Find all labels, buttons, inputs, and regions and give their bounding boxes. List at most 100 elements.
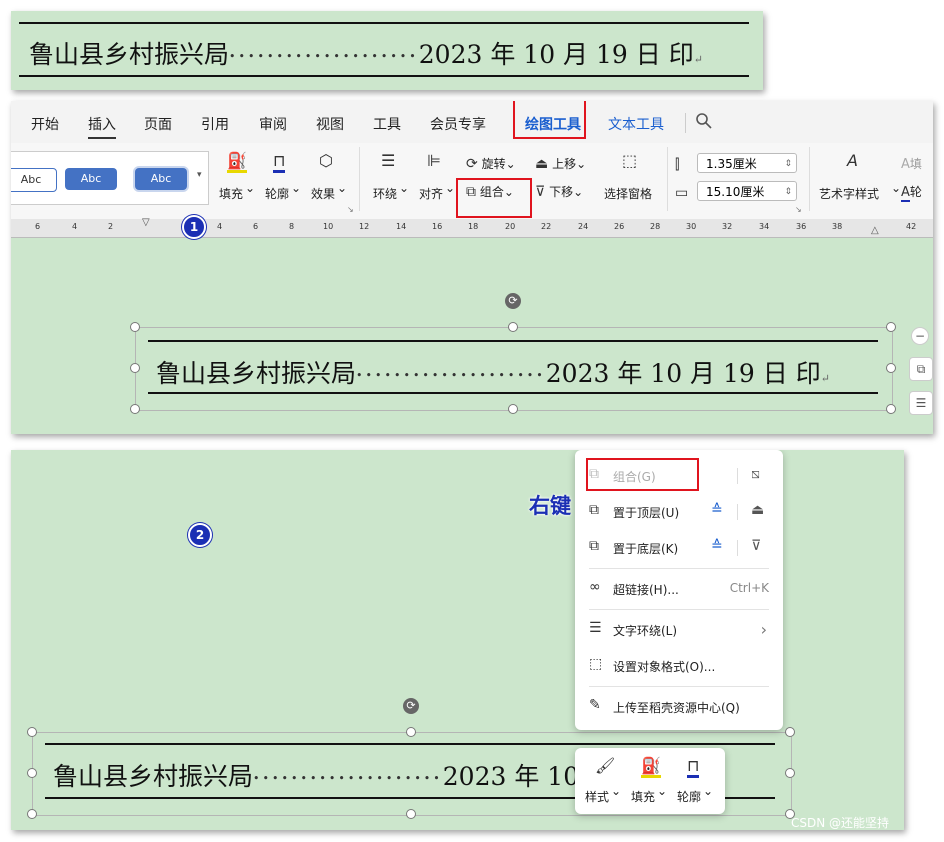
tab-view[interactable]: 视图 — [316, 114, 344, 134]
resize-handle[interactable] — [130, 322, 140, 332]
group-menu-highlight — [586, 458, 699, 491]
height-input[interactable]: 1.35厘米 ⇕ — [697, 153, 797, 173]
bring-to-front-icon: ⧉ — [589, 502, 599, 518]
rotate-handle-icon[interactable]: ⟳ — [505, 293, 521, 309]
indent-marker-icon[interactable]: △ — [871, 225, 879, 236]
tab-member[interactable]: 会员专享 — [430, 114, 486, 134]
ruler-tick: 18 — [468, 222, 479, 231]
menu-item-label: 设置对象格式(O)... — [613, 660, 716, 674]
text-outline-button[interactable]: A轮 — [901, 183, 922, 202]
resize-handle[interactable] — [27, 768, 37, 778]
height-icon: ⫿ — [675, 157, 680, 173]
ribbon-separator — [667, 147, 668, 211]
rotate-icon: ⟳ — [466, 156, 478, 172]
outline-icon: ⊓ — [273, 151, 286, 173]
resize-handle[interactable] — [785, 727, 795, 737]
resize-handle[interactable] — [785, 768, 795, 778]
bring-above-text-icon[interactable]: ≙ — [711, 502, 723, 518]
send-to-back-icon: ⧉ — [589, 538, 599, 554]
height-value: 1.35厘米 — [706, 157, 757, 171]
menu-item-send-to-back[interactable]: ⧉ 置于底层(K) ≙ ⊽ — [575, 536, 783, 560]
menu-item-format-object[interactable]: ⬚ 设置对象格式(O)... — [575, 654, 783, 678]
height-spinner-icon[interactable]: ⇕ — [784, 154, 792, 174]
send-backward-icon[interactable]: ⊽ — [751, 538, 761, 554]
menu-item-bring-to-front[interactable]: ⧉ 置于顶层(U) ≙ ⏏ — [575, 500, 783, 524]
resize-handle[interactable] — [886, 363, 896, 373]
tab-home[interactable]: 开始 — [31, 114, 59, 134]
wrap-options-icon[interactable]: ☰ — [909, 391, 933, 415]
resize-handle[interactable] — [27, 809, 37, 819]
resize-handle[interactable] — [508, 322, 518, 332]
collapse-icon[interactable]: − — [911, 327, 929, 345]
ruler-tick: 30 — [686, 222, 697, 231]
text-fill-button[interactable]: A填 — [901, 155, 922, 172]
ruler-tick: 32 — [722, 222, 733, 231]
text-outline-label: 轮 — [909, 185, 922, 199]
menu-item-hyperlink[interactable]: ∞ 超链接(H)... Ctrl+K — [575, 577, 783, 601]
resize-handle[interactable] — [508, 404, 518, 414]
format-object-icon: ⬚ — [589, 656, 603, 672]
ruler-tick: 34 — [759, 222, 770, 231]
resize-handle[interactable] — [406, 809, 416, 819]
paragraph-mark: ↵ — [820, 372, 830, 385]
style-box-shadow[interactable]: Abc — [135, 168, 187, 190]
resize-handle[interactable] — [886, 322, 896, 332]
outline-caret: ⌄ — [291, 181, 302, 195]
bring-forward-icon[interactable]: ⏏ — [751, 502, 764, 518]
bring-forward-button[interactable]: ⏏ 上移⌄ — [535, 155, 586, 172]
tab-page[interactable]: 页面 — [144, 114, 172, 134]
send-backward-label: 下移 — [549, 185, 574, 199]
menu-item-text-wrap[interactable]: ☰ 文字环绕(L) › — [575, 618, 783, 642]
leader-dots: •••••••••••••••••••• — [253, 772, 443, 785]
search-icon[interactable] — [695, 112, 713, 134]
wordart-caret: ⌄ — [891, 181, 902, 195]
tab-insert[interactable]: 插入 — [88, 114, 116, 139]
shape-layout-icon[interactable]: ⧉ — [909, 357, 933, 381]
indent-marker-icon[interactable]: ▽ — [142, 217, 150, 228]
resize-handle[interactable] — [886, 404, 896, 414]
style-box-filled[interactable]: Abc — [65, 168, 117, 190]
ruler-tick: 4 — [72, 222, 78, 231]
canvas-panel: 2 右键 鲁山县乡村振兴局••••••••••••••••••••2023 年 … — [11, 450, 904, 830]
rotate-handle-icon[interactable]: ⟳ — [403, 698, 419, 714]
ruler-tick: 2 — [108, 222, 114, 231]
rotate-button[interactable]: ⟳ 旋转⌄ — [466, 155, 516, 172]
horizontal-ruler[interactable]: 6 4 2 2 4 6 8 10 12 14 16 18 20 22 24 26… — [11, 217, 933, 238]
send-backward-button[interactable]: ⊽ 下移⌄ — [535, 183, 583, 200]
fill-bucket-icon: ⛽ — [641, 756, 661, 778]
editor-window: 开始 插入 页面 引用 审阅 视图 工具 会员专享 绘图工具 文本工具 Abc … — [11, 101, 933, 434]
style-box-outline[interactable]: Abc — [11, 168, 57, 192]
issue-date: 2023 年 10 月 19 日 印 — [545, 359, 821, 388]
step-badge-2: 2 — [188, 523, 212, 547]
bring-forward-caret: ⌄ — [576, 157, 587, 171]
text-fill-label: 填 — [909, 157, 922, 171]
resize-handle[interactable] — [27, 727, 37, 737]
menu-item-upload[interactable]: ✎ 上传至稻壳资源中心(Q) — [575, 695, 783, 719]
issue-date: 2023 年 10 月 19 日 印 — [418, 40, 694, 69]
tab-text-tools[interactable]: 文本工具 — [608, 114, 664, 134]
drawing-tools-highlight — [513, 101, 586, 139]
width-spinner-icon[interactable]: ⇕ — [784, 182, 792, 202]
tab-tools[interactable]: 工具 — [373, 114, 401, 134]
mini-style-label: 样式 — [585, 790, 610, 804]
gallery-more-icon[interactable]: ▾ — [197, 170, 202, 180]
tab-review[interactable]: 审阅 — [259, 114, 287, 134]
ruler-tick: 20 — [505, 222, 516, 231]
selected-textbox[interactable]: 鲁山县乡村振兴局••••••••••••••••••••2023 年 10 月 … — [135, 327, 893, 411]
dialog-launcher-icon[interactable]: ↘ — [795, 205, 802, 214]
send-behind-text-icon[interactable]: ≙ — [711, 538, 723, 554]
resize-handle[interactable] — [130, 363, 140, 373]
ruler-tick: 4 — [217, 222, 223, 231]
resize-handle[interactable] — [406, 727, 416, 737]
resize-handle[interactable] — [130, 404, 140, 414]
tab-references[interactable]: 引用 — [201, 114, 229, 134]
ungroup-icon[interactable]: ⧅ — [751, 466, 760, 482]
dialog-launcher-icon[interactable]: ↘ — [347, 205, 354, 214]
ruler-tick: 38 — [832, 222, 843, 231]
mini-fill-label: 填充 — [631, 790, 656, 804]
width-input[interactable]: 15.10厘米 ⇕ — [697, 181, 797, 201]
align-caret: ⌄ — [445, 181, 456, 195]
menu-item-label: 上传至稻壳资源中心(Q) — [613, 701, 740, 715]
wordart-label: 艺术字样式 — [819, 187, 880, 201]
issuer-name: 鲁山县乡村振兴局 — [53, 762, 254, 791]
